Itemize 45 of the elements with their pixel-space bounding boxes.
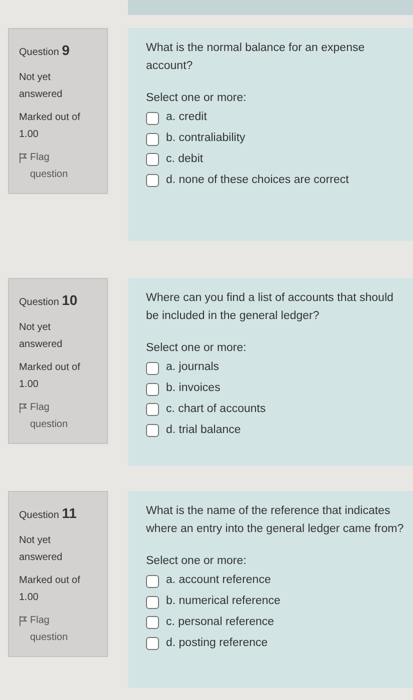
question-text: What is the name of the reference that indicates where an entry into the general ledger came from? (146, 504, 405, 537)
question-number: Question 10 (19, 291, 78, 310)
answer-checkbox[interactable] (146, 424, 159, 438)
option-label: c. chart of accounts (166, 403, 266, 417)
answer-status: Not yet answered (19, 70, 64, 102)
answer-checkbox[interactable] (146, 637, 159, 650)
option-label: b. contraliability (166, 132, 246, 146)
answer-checkbox[interactable] (146, 403, 159, 416)
option-label: a. account reference (166, 574, 271, 588)
question-number: Question 11 (19, 504, 78, 523)
answer-checkbox[interactable] (146, 132, 159, 146)
question-marks: Marked out of 1.00 (19, 110, 82, 142)
question-number: Question 9 (19, 41, 71, 60)
answer-checkbox[interactable] (146, 362, 159, 375)
option-label: d. trial balance (166, 424, 241, 438)
option-label: a. journals (166, 361, 220, 376)
option-label: c. personal reference (166, 616, 274, 630)
answer-checkbox[interactable] (146, 174, 159, 188)
flag-question-link[interactable]: Flag question (30, 612, 79, 646)
answer-checkbox[interactable] (146, 153, 159, 166)
answer-checkbox[interactable] (146, 596, 159, 609)
flag-question-link[interactable]: Flag question (30, 398, 79, 433)
answer-status: Not yet answered (19, 534, 64, 565)
answer-status: Not yet answered (19, 320, 64, 352)
option-label: b. invoices (166, 382, 220, 396)
flag-icon[interactable] (19, 616, 27, 626)
flag-icon[interactable] (19, 152, 27, 163)
option-label: d. posting reference (166, 636, 268, 651)
question-text: What is the normal balance for an expense account? (146, 41, 366, 74)
option-label: a. credit (166, 111, 207, 126)
option-label: d. none of these choices are correct (166, 174, 349, 188)
option-label: b. numerical reference (166, 595, 280, 610)
flag-icon[interactable] (19, 402, 27, 413)
answer-checkbox[interactable] (146, 112, 159, 125)
select-prompt: Select one or more: (146, 340, 248, 356)
question-marks: Marked out of 1.00 (19, 574, 82, 605)
question-marks: Marked out of 1.00 (19, 360, 82, 392)
answer-checkbox[interactable] (146, 574, 159, 588)
flag-question-link[interactable]: Flag question (30, 148, 79, 183)
answer-checkbox[interactable] (146, 616, 159, 630)
question-text: Where can you find a list of accounts that should be included in the general ledger? (146, 291, 394, 324)
option-label: c. debit (166, 153, 204, 167)
select-prompt: Select one or more: (146, 90, 248, 106)
answer-checkbox[interactable] (146, 382, 159, 396)
select-prompt: Select one or more: (146, 554, 248, 569)
